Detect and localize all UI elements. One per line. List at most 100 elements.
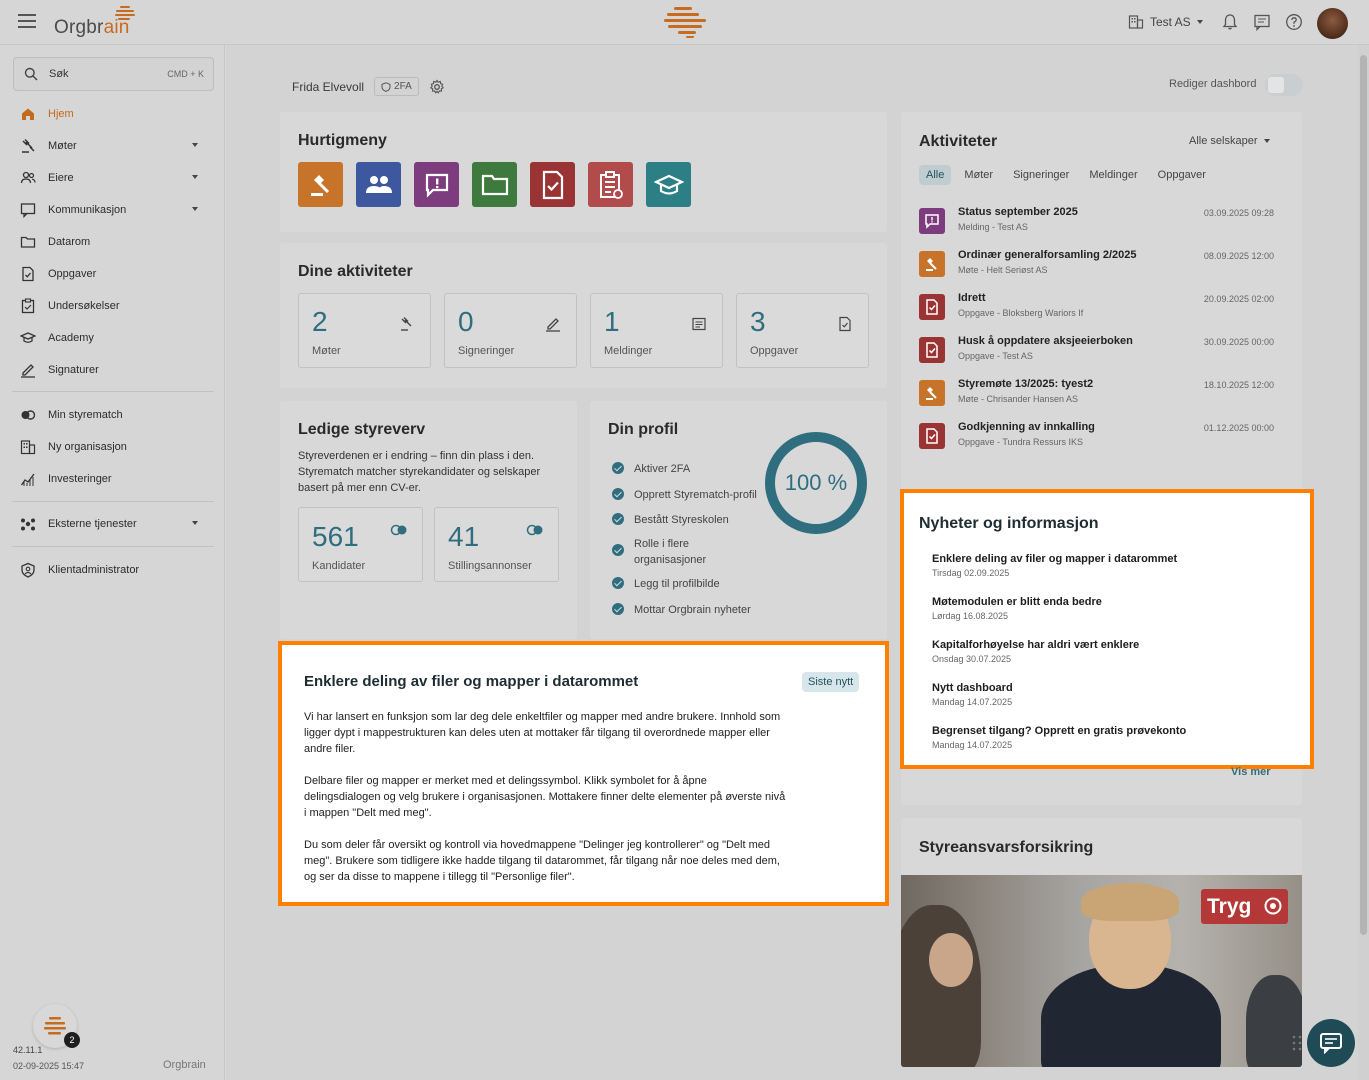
company-filter-dropdown[interactable]: Alle selskaper bbox=[1189, 135, 1271, 147]
stat-signatures[interactable]: 0 Signeringer bbox=[444, 293, 577, 368]
sidebar-item-eksterne-tjenester[interactable]: Eksterne tjenester bbox=[0, 511, 225, 537]
menu-icon[interactable] bbox=[18, 14, 36, 28]
stat-meetings[interactable]: 2 Møter bbox=[298, 293, 431, 368]
sidebar-item-label: Investeringer bbox=[48, 473, 112, 485]
check-icon bbox=[612, 603, 624, 615]
sidebar-item-label: Ny organisasjon bbox=[48, 441, 127, 453]
quick-dataroom-button[interactable] bbox=[472, 162, 517, 207]
sidebar-item-label: Min styrematch bbox=[48, 409, 123, 421]
stat-value: 3 bbox=[750, 306, 766, 337]
activity-subtitle: Møte - Chrisander Hansen AS bbox=[958, 394, 1079, 404]
stat-value: 41 bbox=[448, 521, 480, 552]
news-item[interactable]: Møtemodulen er blitt enda bedre Lørdag 16… bbox=[932, 596, 1102, 621]
sidebar-item-undersokelser[interactable]: Undersøkelser bbox=[0, 293, 225, 319]
sidebar-item-label: Signaturer bbox=[48, 364, 99, 376]
sidebar-item-signaturer[interactable]: Signaturer bbox=[0, 357, 225, 383]
quick-owners-button[interactable] bbox=[356, 162, 401, 207]
tab-signeringer[interactable]: Signeringer bbox=[1006, 165, 1076, 185]
sidebar-item-klientadministrator[interactable]: Klientadministrator bbox=[0, 557, 225, 583]
quick-academy-button[interactable] bbox=[646, 162, 691, 207]
gavel-icon bbox=[310, 174, 329, 196]
building-icon bbox=[20, 440, 36, 455]
news-item[interactable]: Kapitalforhøyelse har aldri vært enklere… bbox=[932, 639, 1139, 664]
divider bbox=[12, 546, 214, 547]
quick-task-button[interactable] bbox=[530, 162, 575, 207]
chat-support-button[interactable] bbox=[1307, 1019, 1355, 1067]
insurance-image[interactable]: Tryg bbox=[901, 875, 1302, 1067]
stat-job-ads[interactable]: 41 Stillingsannonser bbox=[434, 507, 559, 582]
stat-candidates[interactable]: 561 Kandidater bbox=[298, 507, 423, 582]
news-item[interactable]: Enklere deling av filer og mapper i data… bbox=[932, 553, 1177, 578]
activity-title: Idrett bbox=[958, 292, 986, 304]
search-input[interactable]: Søk CMD + K bbox=[13, 57, 214, 91]
search-label: Søk bbox=[49, 68, 69, 80]
activity-date: 18.10.2025 12:00 bbox=[1203, 380, 1274, 390]
stat-messages[interactable]: 1 Meldinger bbox=[590, 293, 723, 368]
person-left-face bbox=[929, 933, 973, 987]
sidebar-item-moter[interactable]: Møter bbox=[0, 133, 225, 159]
tab-meldinger[interactable]: Meldinger bbox=[1082, 165, 1144, 185]
help-icon[interactable] bbox=[1285, 13, 1303, 31]
brain-logo-icon bbox=[44, 1017, 66, 1035]
sidebar-item-label: Hjem bbox=[48, 108, 74, 120]
company-selector[interactable]: Test AS bbox=[1128, 14, 1203, 30]
message-icon bbox=[20, 203, 36, 218]
chevron-down-icon bbox=[192, 143, 198, 147]
drag-handle-icon[interactable] bbox=[1292, 1035, 1302, 1051]
activity-date: 01.12.2025 00:00 bbox=[1203, 423, 1274, 433]
my-activities-card: Dine aktiviteter 2 Møter 0 Signeringer 1… bbox=[280, 243, 887, 388]
board-positions-card: Ledige styreverv Styreverdenen er i endr… bbox=[280, 401, 577, 639]
activity-item[interactable]: Styremøte 13/2025: tyest2 Møte - Chrisand… bbox=[919, 378, 1274, 418]
activity-type-icon bbox=[919, 208, 945, 234]
sidebar-item-ny-organisasjon[interactable]: Ny organisasjon bbox=[0, 434, 225, 460]
activity-item[interactable]: Status september 2025 Melding - Test AS 03… bbox=[919, 206, 1274, 246]
activity-title: Husk å oppdatere aksjeeierboken bbox=[958, 335, 1133, 347]
top-bar: Orgbrain Test AS bbox=[0, 0, 1369, 45]
sidebar-item-label: Undersøkelser bbox=[48, 300, 120, 312]
task-icon bbox=[839, 316, 851, 332]
activities-title: Aktiviteter bbox=[919, 133, 998, 150]
show-more-link[interactable]: Vis mer bbox=[1231, 766, 1271, 778]
profile-percent: 100 % bbox=[784, 470, 848, 495]
sidebar-item-academy[interactable]: Academy bbox=[0, 325, 225, 351]
tab-moter[interactable]: Møter bbox=[957, 165, 1000, 185]
quick-survey-button[interactable] bbox=[588, 162, 633, 207]
activity-type-icon bbox=[919, 251, 945, 277]
sidebar-item-label: Datarom bbox=[48, 236, 91, 248]
tab-oppgaver[interactable]: Oppgaver bbox=[1151, 165, 1213, 185]
message-icon bbox=[692, 317, 706, 331]
activity-item[interactable]: Godkjenning av innkalling Oppgave - Tundr… bbox=[919, 421, 1274, 461]
avatar[interactable] bbox=[1317, 8, 1348, 39]
bell-icon[interactable] bbox=[1221, 13, 1239, 31]
scrollbar[interactable] bbox=[1358, 45, 1369, 1080]
news-item[interactable]: Nytt dashboard Mandag 14.07.2025 bbox=[932, 682, 1013, 707]
chevron-down-icon bbox=[1196, 20, 1203, 24]
tab-alle[interactable]: Alle bbox=[919, 165, 952, 185]
sidebar-item-hjem[interactable]: Hjem bbox=[0, 101, 225, 127]
activity-type-icon bbox=[919, 337, 945, 363]
sidebar-item-investeringer[interactable]: Investeringer bbox=[0, 466, 225, 492]
sidebar-item-label: Eksterne tjenester bbox=[48, 518, 137, 530]
sidebar-item-eiere[interactable]: Eiere bbox=[0, 165, 225, 191]
edit-dashboard-toggle[interactable] bbox=[1265, 74, 1303, 96]
match-icon bbox=[526, 524, 543, 536]
stat-label: Kandidater bbox=[312, 560, 366, 572]
sidebar-item-kommunikasjon[interactable]: Kommunikasjon bbox=[0, 197, 225, 223]
sidebar-item-oppgaver[interactable]: Oppgaver bbox=[0, 261, 225, 287]
news-card-inner: Nyheter og informasjon Enklere deling av… bbox=[911, 500, 1303, 758]
activity-item[interactable]: Idrett Oppgave - Bloksberg Wariors If 20.0… bbox=[919, 292, 1274, 332]
quick-message-button[interactable] bbox=[414, 162, 459, 207]
stat-tasks[interactable]: 3 Oppgaver bbox=[736, 293, 869, 368]
quick-meeting-button[interactable] bbox=[298, 162, 343, 207]
activity-item[interactable]: Ordinær generalforsamling 2/2025 Møte - H… bbox=[919, 249, 1274, 289]
article-paragraph: Du som deler får oversikt og kontroll vi… bbox=[304, 839, 780, 883]
news-item[interactable]: Begrenset tilgang? Opprett en gratis prø… bbox=[932, 725, 1186, 750]
my-activities-title: Dine aktiviteter bbox=[298, 263, 413, 280]
gear-icon[interactable] bbox=[429, 79, 445, 95]
activity-item[interactable]: Husk å oppdatere aksjeeierboken Oppgave -… bbox=[919, 335, 1274, 375]
chat-icon[interactable] bbox=[1253, 13, 1271, 31]
sidebar-item-min-styrematch[interactable]: Min styrematch bbox=[0, 402, 225, 428]
check-icon bbox=[612, 462, 624, 474]
chevron-down-icon bbox=[192, 175, 198, 179]
sidebar-item-datarom[interactable]: Datarom bbox=[0, 229, 225, 255]
